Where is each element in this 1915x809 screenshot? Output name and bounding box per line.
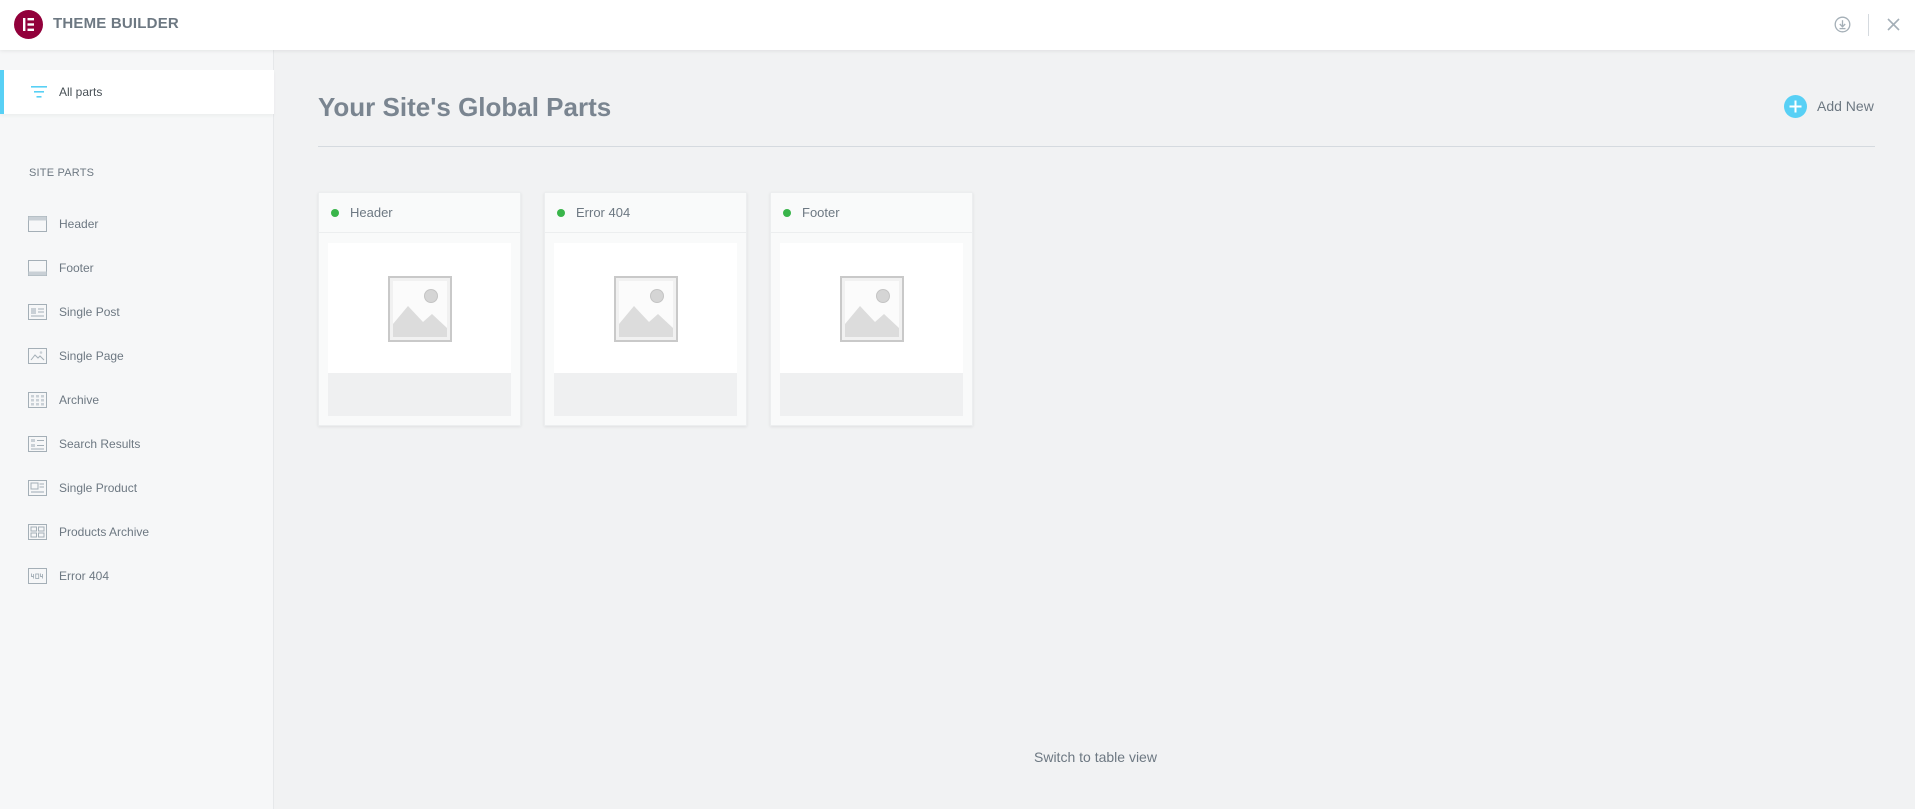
sidebar-item-label: Archive xyxy=(59,393,100,407)
top-bar: THEME BUILDER xyxy=(0,0,1915,50)
sidebar-item-search-results[interactable]: Search Results xyxy=(0,429,274,459)
card-footer xyxy=(328,373,511,416)
switch-to-table-view-link[interactable]: Switch to table view xyxy=(1034,749,1157,765)
search-results-icon xyxy=(28,436,47,452)
card-thumbnail[interactable] xyxy=(780,243,963,373)
sidebar-item-single-post[interactable]: Single Post xyxy=(0,297,274,327)
site-part-card-error-404[interactable]: Error 404 xyxy=(544,192,747,426)
page-title: Your Site's Global Parts xyxy=(318,92,612,122)
sidebar-item-label: Single Page xyxy=(59,349,124,363)
section-title: SITE PARTS xyxy=(29,167,95,179)
sidebar-item-single-page[interactable]: Single Page xyxy=(0,341,274,371)
elementor-logo-icon xyxy=(14,10,43,39)
card-thumbnail[interactable] xyxy=(554,243,737,373)
sidebar-item-label: Footer xyxy=(59,261,94,275)
card-header: Error 404 xyxy=(545,193,746,233)
sidebar-item-footer[interactable]: Footer xyxy=(0,253,274,283)
sidebar-item-label: Single Post xyxy=(59,305,120,319)
image-placeholder-icon xyxy=(840,276,904,342)
site-part-card-footer[interactable]: Footer xyxy=(770,192,973,426)
info-download-icon[interactable] xyxy=(1834,16,1851,33)
sidebar-item-label: Error 404 xyxy=(59,569,110,583)
status-dot-icon xyxy=(783,209,791,217)
sidebar-item-label: Single Product xyxy=(59,481,138,495)
card-title: Error 404 xyxy=(576,205,631,220)
header-divider xyxy=(1868,14,1869,36)
sidebar-item-single-product[interactable]: Single Product xyxy=(0,473,274,503)
sidebar-item-all-parts[interactable]: All parts xyxy=(0,70,274,114)
site-part-card-header[interactable]: Header xyxy=(318,192,521,426)
single-page-icon xyxy=(28,348,47,364)
card-header: Footer xyxy=(771,193,972,233)
sidebar-item-label: Header xyxy=(59,217,99,231)
footer-layout-icon xyxy=(28,260,47,276)
archive-grid-icon xyxy=(28,392,47,408)
sidebar-item-header[interactable]: Header xyxy=(0,209,274,239)
single-post-icon xyxy=(28,304,47,320)
plus-circle-icon xyxy=(1784,94,1807,118)
sidebar: All parts SITE PARTS Header Footer Singl… xyxy=(0,50,274,809)
card-thumbnail[interactable] xyxy=(328,243,511,373)
error-404-icon xyxy=(28,568,47,584)
card-footer xyxy=(780,373,963,416)
filter-lines-icon xyxy=(31,85,47,99)
close-icon[interactable] xyxy=(1885,16,1902,33)
status-dot-icon xyxy=(331,209,339,217)
card-header: Header xyxy=(319,193,520,233)
sidebar-item-label: All parts xyxy=(59,85,103,99)
app-title: THEME BUILDER xyxy=(53,15,179,32)
image-placeholder-icon xyxy=(388,276,452,342)
card-title: Footer xyxy=(802,205,840,220)
title-divider xyxy=(318,146,1875,147)
single-product-icon xyxy=(28,480,47,496)
status-dot-icon xyxy=(557,209,565,217)
sidebar-item-products-archive[interactable]: Products Archive xyxy=(0,517,274,547)
sidebar-item-label: Search Results xyxy=(59,437,141,451)
add-new-label: Add New xyxy=(1817,98,1874,114)
sidebar-item-label: Products Archive xyxy=(59,525,150,539)
card-footer xyxy=(554,373,737,416)
add-new-button[interactable]: Add New xyxy=(1784,94,1874,118)
sidebar-item-archive[interactable]: Archive xyxy=(0,385,274,415)
card-title: Header xyxy=(350,205,393,220)
products-archive-icon xyxy=(28,524,47,540)
image-placeholder-icon xyxy=(614,276,678,342)
sidebar-item-error-404[interactable]: Error 404 xyxy=(0,561,274,591)
header-layout-icon xyxy=(28,216,47,232)
